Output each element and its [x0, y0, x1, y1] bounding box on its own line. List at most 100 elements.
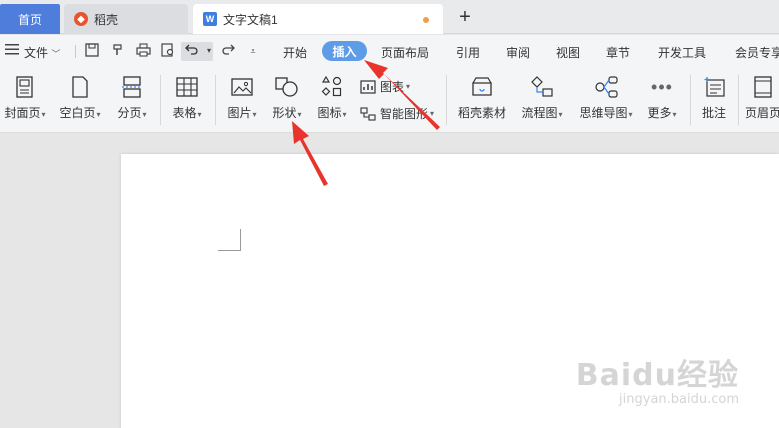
mindmap-icon [594, 76, 618, 98]
menu-developer[interactable]: 开发工具 [658, 44, 706, 61]
ribbon-divider [446, 75, 447, 125]
comment-icon [702, 76, 726, 98]
caret-down-icon: ▾ [197, 110, 202, 119]
icons-label: 图标 [317, 106, 342, 120]
caret-down-icon: ▾ [297, 110, 302, 119]
picture-button[interactable]: 图片▾ [222, 67, 262, 133]
menu-start[interactable]: 开始 [283, 44, 307, 61]
comment-button[interactable]: 批注 [697, 67, 731, 133]
caret-down-icon: ▾ [430, 109, 435, 118]
ribbon-divider [160, 75, 161, 125]
table-button[interactable]: 表格▾ [167, 67, 207, 133]
menu-insert[interactable]: 插入 [322, 41, 367, 61]
page-break-label: 分页 [117, 106, 142, 120]
table-icon [175, 76, 199, 98]
caret-down-icon: ▾ [252, 110, 257, 119]
customize-toolbar-icon[interactable]: ⩡ [245, 43, 261, 59]
daoke-material-icon [470, 76, 494, 98]
flowchart-icon [530, 76, 554, 98]
mindmap-button[interactable]: 思维导图▾ [575, 67, 637, 133]
menu-page-layout[interactable]: 页面布局 [381, 44, 429, 61]
caret-down-icon: ▾ [342, 110, 347, 119]
print-preview-icon[interactable] [160, 43, 176, 59]
watermark-brand: Baidu经验 [575, 358, 739, 393]
ribbon-divider [215, 75, 216, 125]
unsaved-dot-icon [423, 17, 429, 23]
smartart-label: 智能图形 [380, 107, 429, 121]
mindmap-label: 思维导图 [579, 106, 628, 120]
tab-document[interactable]: W 文字文稿1 [193, 4, 443, 34]
new-tab-button[interactable]: + [454, 6, 476, 29]
print-icon[interactable] [135, 43, 151, 59]
icon-library-icon [320, 76, 344, 98]
tab-bar: 首页 ◆ 稻壳 W 文字文稿1 + [0, 0, 779, 34]
menu-file[interactable]: 文件 ﹀ [24, 44, 60, 61]
ribbon-divider [738, 75, 739, 125]
menu-view[interactable]: 视图 [556, 44, 580, 61]
menu-file-label: 文件 [24, 46, 49, 60]
page-break-button[interactable]: 分页▾ [112, 67, 152, 133]
daoke-material-button[interactable]: 稻壳素材 [454, 67, 510, 133]
divider [75, 45, 76, 58]
cover-page-button[interactable]: 封面页▾ [1, 67, 49, 133]
format-painter-icon[interactable] [110, 43, 126, 59]
tab-home-label: 首页 [17, 12, 42, 27]
tab-daoke-label: 稻壳 [94, 12, 119, 27]
caret-down-icon: ▾ [672, 110, 677, 119]
picture-label: 图片 [227, 106, 252, 120]
smartart-icon [360, 106, 376, 121]
chart-button[interactable]: 图表 ▾ [360, 78, 410, 95]
more-button[interactable]: ••• 更多▾ [643, 67, 681, 133]
blank-page-icon [68, 76, 92, 98]
tab-home[interactable]: 首页 [0, 4, 60, 34]
cover-page-label: 封面页 [4, 106, 41, 120]
blank-page-label: 空白页 [59, 106, 96, 120]
save-icon[interactable] [84, 43, 100, 59]
caret-down-icon: ▾ [558, 110, 563, 119]
more-label: 更多 [647, 106, 672, 120]
chevron-down-icon: ﹀ [51, 49, 61, 59]
header-footer-button[interactable]: 页眉页 [743, 67, 779, 133]
picture-icon [230, 76, 254, 98]
table-label: 表格 [172, 106, 197, 120]
more-dots-icon: ••• [651, 76, 673, 97]
caret-down-icon: ▾ [41, 110, 46, 119]
redo-icon[interactable] [220, 43, 236, 59]
shape-label: 形状 [272, 106, 297, 120]
tab-document-label: 文字文稿1 [223, 12, 278, 27]
writer-doc-icon: W [203, 12, 217, 26]
menu-member[interactable]: 会员专享 [735, 44, 779, 61]
caret-down-icon: ▾ [406, 82, 411, 91]
page-break-icon [120, 76, 144, 98]
flowchart-button[interactable]: 流程图▾ [517, 67, 567, 133]
flowchart-label: 流程图 [521, 106, 558, 120]
icons-button[interactable]: 图标▾ [312, 67, 352, 133]
watermark-url: jingyan.baidu.com [619, 392, 739, 407]
header-footer-icon [751, 76, 775, 98]
daoke-material-label: 稻壳素材 [457, 106, 506, 120]
menu-bar: 文件 ﹀ ▾ ⩡ 开始 插入 页面布局 引用 审阅 视图 章节 开发工具 会员专… [0, 35, 779, 67]
undo-icon[interactable] [184, 43, 200, 59]
daoke-logo-icon: ◆ [74, 12, 88, 26]
header-footer-label: 页眉页 [744, 106, 779, 120]
chart-icon [360, 79, 376, 94]
caret-down-icon: ▾ [628, 110, 633, 119]
margin-corner-marker [218, 229, 241, 251]
shape-button[interactable]: 形状▾ [267, 67, 307, 133]
undo-dropdown-icon[interactable]: ▾ [201, 43, 217, 59]
ribbon-insert: 封面页▾ 空白页▾ 分页▾ 表格▾ 图片▾ 形状▾ 图标▾ 图表 ▾ 智能图形 … [0, 67, 779, 133]
ribbon-divider [690, 75, 691, 125]
tab-daoke[interactable]: ◆ 稻壳 [64, 4, 188, 34]
menu-references[interactable]: 引用 [456, 44, 480, 61]
comment-label: 批注 [701, 106, 726, 120]
shape-icon [275, 76, 299, 98]
hamburger-icon[interactable] [4, 43, 20, 59]
blank-page-button[interactable]: 空白页▾ [56, 67, 104, 133]
cover-page-icon [13, 76, 37, 98]
chart-label: 图表 [380, 80, 405, 94]
menu-chapter[interactable]: 章节 [606, 44, 630, 61]
menu-review[interactable]: 审阅 [506, 44, 530, 61]
caret-down-icon: ▾ [96, 110, 101, 119]
caret-down-icon: ▾ [142, 110, 147, 119]
smartart-button[interactable]: 智能图形 ▾ [360, 105, 434, 122]
